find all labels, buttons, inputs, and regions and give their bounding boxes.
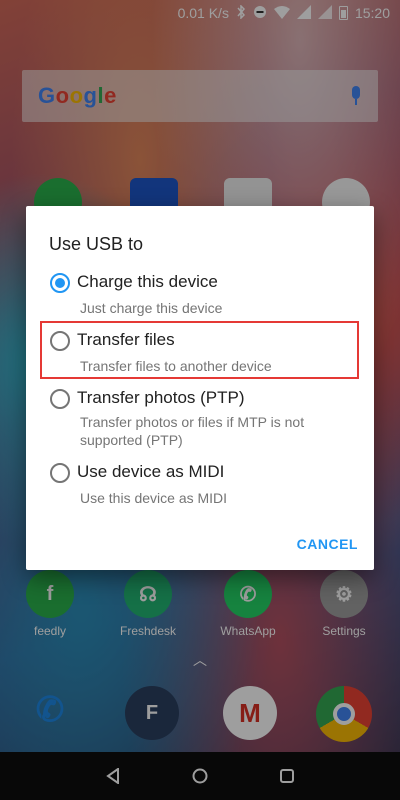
radio-charge[interactable] [50, 273, 70, 293]
option-description: Just charge this device [80, 300, 223, 316]
option-label: Use device as MIDI [77, 462, 225, 481]
usb-dialog: Use USB to Charge this device Just charg… [26, 206, 374, 570]
radio-midi[interactable] [50, 463, 70, 483]
option-description: Transfer files to another device [80, 358, 272, 374]
option-description: Use this device as MIDI [80, 490, 228, 506]
cancel-button[interactable]: CANCEL [297, 536, 358, 552]
option-description: Transfer photos or files if MTP is not s… [80, 414, 305, 448]
dialog-title: Use USB to [49, 234, 144, 254]
option-label: Transfer photos (PTP) [77, 388, 245, 407]
option-label: Transfer files [77, 330, 175, 349]
radio-transfer-photos[interactable] [50, 389, 70, 409]
radio-transfer-files[interactable] [50, 331, 70, 351]
option-label: Charge this device [77, 272, 218, 291]
